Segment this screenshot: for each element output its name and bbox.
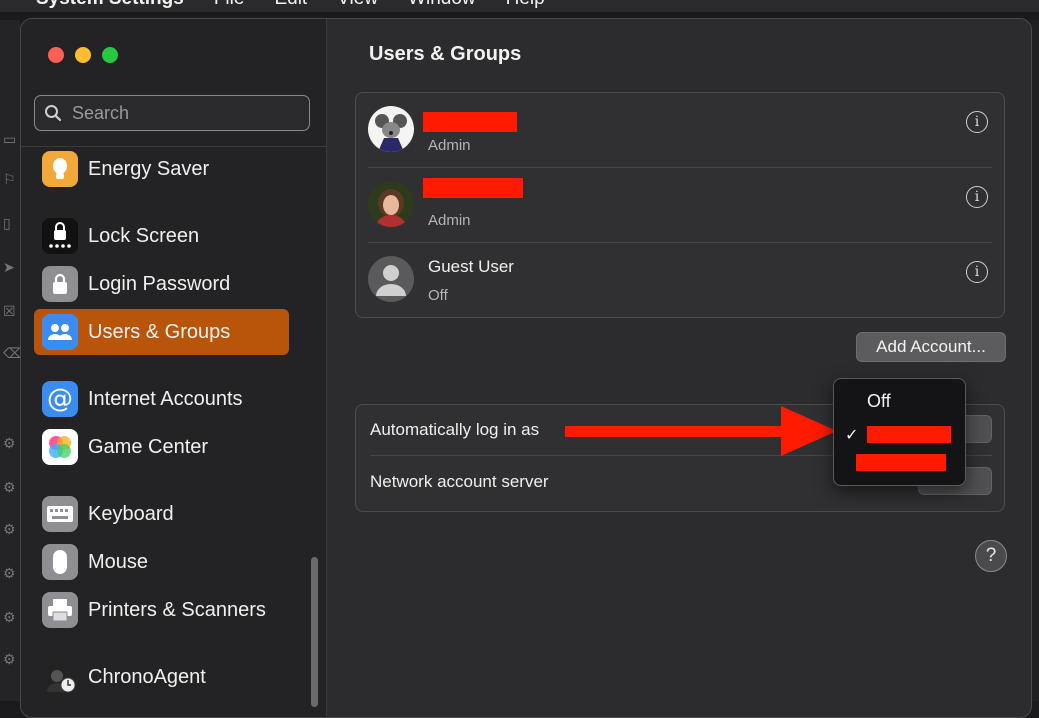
menu-file[interactable]: File bbox=[214, 0, 245, 10]
sidebar-scrollbar[interactable] bbox=[311, 557, 318, 707]
printer-icon bbox=[42, 592, 78, 628]
sidebar-item-label: Energy Saver bbox=[88, 157, 210, 180]
redacted-username bbox=[867, 426, 951, 443]
guest-avatar bbox=[368, 256, 414, 302]
menu-item-user[interactable] bbox=[834, 451, 965, 481]
redacted-username bbox=[423, 112, 517, 132]
sidebar-item-label: Mouse bbox=[88, 550, 149, 573]
send-icon: ➤ bbox=[3, 259, 15, 275]
info-button[interactable]: i bbox=[966, 261, 988, 283]
network-server-label: Network account server bbox=[370, 472, 549, 491]
add-account-button[interactable]: Add Account... bbox=[856, 332, 1006, 362]
user-row[interactable]: Admin i bbox=[368, 93, 992, 168]
checkmark-icon: ✓ bbox=[845, 425, 859, 444]
help-button[interactable]: ? bbox=[975, 540, 1007, 572]
lightbulb-icon bbox=[42, 151, 78, 187]
users-icon bbox=[42, 314, 78, 350]
sidebar-item-login-password[interactable]: Login Password bbox=[34, 261, 289, 307]
menu-item-user[interactable]: ✓ bbox=[834, 419, 965, 449]
gear-icon: ⚙ bbox=[3, 521, 16, 537]
menu-item-label: Off bbox=[867, 391, 891, 411]
menu-item-off[interactable]: Off bbox=[834, 387, 965, 417]
sidebar-item-energy-saver[interactable]: Energy Saver bbox=[34, 146, 289, 192]
gear-icon: ⚙ bbox=[3, 479, 16, 495]
sidebar-item-printers-scanners[interactable]: Printers & Scanners bbox=[34, 587, 289, 633]
menu-app-name[interactable]: System Settings bbox=[36, 0, 184, 10]
menu-help[interactable]: Help bbox=[506, 0, 545, 10]
info-button[interactable]: i bbox=[966, 186, 988, 208]
user-role: Admin bbox=[428, 212, 471, 229]
menu-window[interactable]: Window bbox=[408, 0, 476, 10]
search-input[interactable] bbox=[70, 101, 294, 125]
user-row[interactable]: Admin i bbox=[368, 168, 992, 243]
lock-icon bbox=[42, 266, 78, 302]
search-field[interactable] bbox=[34, 95, 310, 131]
sidebar-item-label: Internet Accounts bbox=[88, 387, 243, 410]
sidebar-item-label: Users & Groups bbox=[88, 320, 231, 343]
gear-icon: ⚙ bbox=[3, 435, 16, 451]
settings-window: Energy Saver Lock Screen Login Password … bbox=[20, 18, 1032, 718]
gear-icon: ⚙ bbox=[3, 565, 16, 581]
document-icon: ▯ bbox=[3, 215, 11, 231]
sidebar: Energy Saver Lock Screen Login Password … bbox=[21, 19, 327, 717]
sidebar-item-label: ChronoAgent bbox=[88, 665, 206, 688]
sidebar-item-internet-accounts[interactable]: @ Internet Accounts bbox=[34, 376, 289, 422]
sidebar-item-label: Lock Screen bbox=[88, 224, 200, 247]
minimize-button[interactable] bbox=[75, 47, 91, 63]
menu-edit[interactable]: Edit bbox=[274, 0, 307, 10]
trash-icon: ⌫ bbox=[3, 345, 23, 361]
close-button[interactable] bbox=[48, 47, 64, 63]
redacted-username bbox=[423, 178, 523, 198]
game-center-icon bbox=[42, 429, 78, 465]
user-role: Off bbox=[428, 287, 448, 304]
user-name: Guest User bbox=[428, 257, 514, 276]
photo-avatar bbox=[368, 181, 414, 227]
zoom-button[interactable] bbox=[102, 47, 118, 63]
sidebar-item-label: Keyboard bbox=[88, 502, 174, 525]
user-role: Admin bbox=[428, 137, 471, 154]
sidebar-item-label: Login Password bbox=[88, 272, 231, 295]
users-list: Admin i Admin i Guest User Off i bbox=[355, 92, 1005, 318]
lock-screen-icon bbox=[42, 218, 78, 254]
auto-login-label: Automatically log in as bbox=[370, 420, 540, 439]
mouse-cartoon-avatar bbox=[368, 106, 414, 152]
folder-icon: ▭ bbox=[3, 131, 17, 147]
user-row[interactable]: Guest User Off i bbox=[368, 243, 992, 317]
mouse-icon bbox=[42, 544, 78, 580]
sidebar-item-lock-screen[interactable]: Lock Screen bbox=[34, 213, 289, 259]
sidebar-item-game-center[interactable]: Game Center bbox=[34, 424, 289, 470]
gear-icon: ⚙ bbox=[3, 651, 16, 667]
background-window-right bbox=[1031, 20, 1039, 701]
search-icon bbox=[45, 105, 62, 122]
page-title: Users & Groups bbox=[369, 43, 522, 65]
gear-icon: ⚙ bbox=[3, 609, 16, 625]
info-button[interactable]: i bbox=[966, 111, 988, 133]
menu-view[interactable]: View bbox=[337, 0, 378, 10]
sidebar-item-mouse[interactable]: Mouse bbox=[34, 539, 289, 585]
background-window-strip: ▭ ⚐ ▯ ➤ ☒ ⌫ ⚙ ⚙ ⚙ ⚙ ⚙ ⚙ bbox=[0, 20, 23, 701]
auto-login-menu: Off ✓ bbox=[833, 378, 966, 486]
sidebar-item-keyboard[interactable]: Keyboard bbox=[34, 491, 289, 537]
menu-bar: System Settings File Edit View Window He… bbox=[0, 0, 1039, 12]
chronoagent-icon bbox=[42, 659, 78, 695]
redacted-username bbox=[856, 454, 946, 471]
sidebar-item-users-groups[interactable]: Users & Groups bbox=[34, 309, 289, 355]
main-pane: Users & Groups Admin i Admin i Guest Use… bbox=[326, 19, 1031, 717]
sidebar-item-label: Game Center bbox=[88, 435, 209, 458]
junk-icon: ☒ bbox=[3, 303, 16, 319]
at-icon: @ bbox=[42, 381, 78, 417]
keyboard-icon bbox=[42, 496, 78, 532]
annotation-arrow bbox=[565, 406, 837, 456]
sidebar-item-label: Printers & Scanners bbox=[88, 598, 266, 621]
flag-icon: ⚐ bbox=[3, 171, 16, 187]
window-controls bbox=[48, 47, 118, 63]
sidebar-item-chronoagent[interactable]: ChronoAgent bbox=[34, 654, 289, 700]
